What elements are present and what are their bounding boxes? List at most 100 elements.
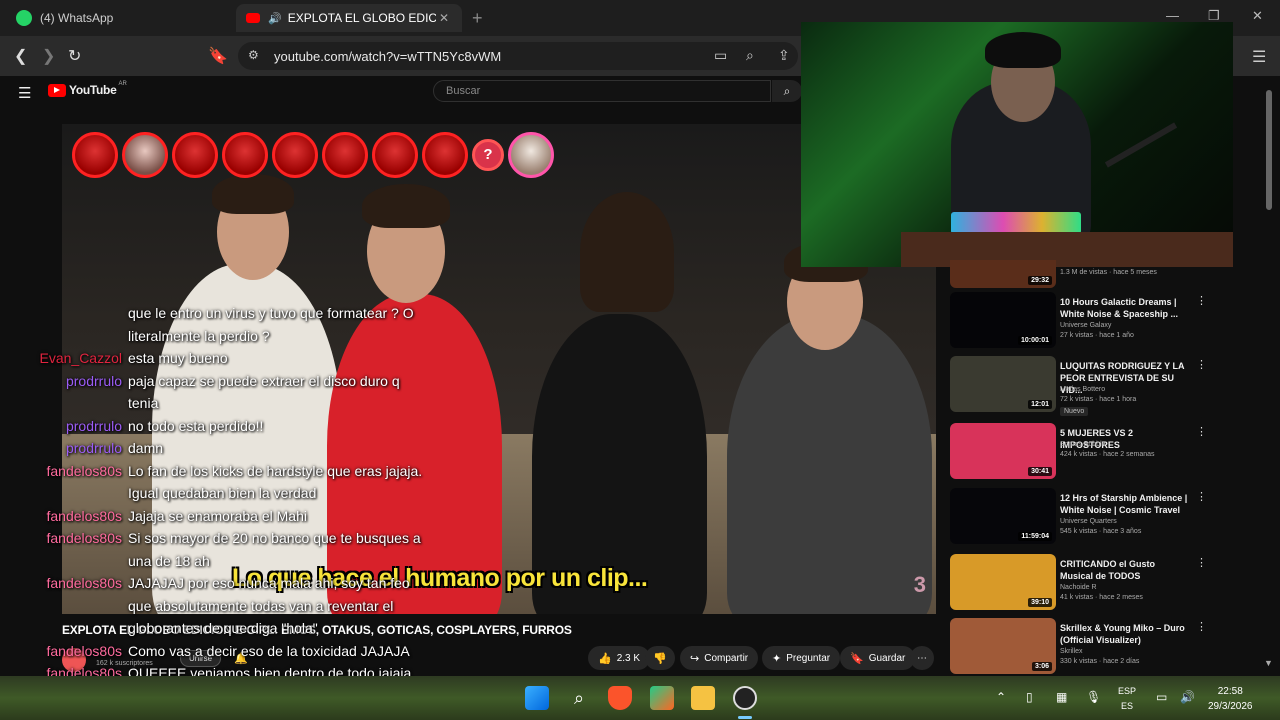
chat-text: que absolutamente todas van a reventar e…	[128, 597, 394, 614]
search-icon[interactable]: ⌕	[567, 686, 591, 710]
cast-icon[interactable]: ▭	[714, 47, 727, 64]
show-hidden-icons-icon[interactable]: ⌃	[996, 690, 1006, 704]
obs-icon[interactable]	[733, 686, 757, 710]
recommendation-channel[interactable]: Nachoide R	[1060, 584, 1097, 591]
tab-whatsapp[interactable]: (4) WhatsApp	[6, 4, 228, 32]
video-thumbnail[interactable]: 29:32	[950, 260, 1056, 288]
ask-button[interactable]: ✦ Preguntar	[762, 646, 841, 670]
file-explorer-icon[interactable]	[691, 686, 715, 710]
video-duration: 3:06	[1031, 662, 1052, 671]
contestant-circle-revealed	[508, 132, 554, 178]
recommendation-item[interactable]: 12:01 LUQUITAS RODRIGUEZ Y LA PEOR ENTREV…	[950, 356, 1210, 416]
recommendation-channel[interactable]: Somos Bubble	[1060, 441, 1106, 448]
video-thumbnail[interactable]: 30:41	[950, 423, 1056, 479]
language-indicator[interactable]: ESP ES	[1118, 684, 1136, 714]
recommendation-channel[interactable]: Universe Quarters	[1060, 518, 1117, 525]
windows-start-icon[interactable]	[525, 686, 549, 710]
chat-message: prodrrulo no todo esta perdido!!	[0, 418, 460, 441]
video-duration: 12:01	[1028, 400, 1052, 409]
chat-username[interactable]: fandelos80s	[46, 508, 122, 524]
share-icon[interactable]: ⇪	[778, 47, 790, 64]
more-actions-button[interactable]: ⋯	[910, 646, 934, 670]
video-thumbnail[interactable]: 11:59:04	[950, 488, 1056, 544]
share-button[interactable]: ↪ Compartir	[680, 646, 759, 670]
back-icon[interactable]: ❮	[14, 46, 27, 66]
chat-message: literalmente la perdio ?	[0, 328, 460, 351]
close-window-icon[interactable]: ✕	[1252, 8, 1263, 24]
volume-icon[interactable]: 🔊	[1180, 690, 1195, 704]
whatsapp-icon	[16, 10, 32, 26]
recommendation-channel[interactable]: Matias Bottero	[1060, 386, 1105, 393]
bookmark-icon[interactable]: 🔖	[208, 46, 228, 66]
recommendation-item[interactable]: 30:41 5 MUJERES VS 2 IMPOSTORES Somos Bubb…	[950, 423, 1210, 483]
recommendation-title[interactable]: CRITICANDO el Gusto Musical de TODOS	[1060, 558, 1190, 582]
video-thumbnail[interactable]: 3:06	[950, 618, 1056, 674]
minimize-icon[interactable]: —	[1166, 8, 1179, 23]
chat-text: globo antes de que diga "hola"	[128, 620, 318, 636]
video-thumbnail[interactable]: 39:10	[950, 554, 1056, 610]
chat-username[interactable]: fandelos80s	[46, 643, 122, 659]
like-button[interactable]: 👍 2.3 K	[588, 646, 651, 670]
recommendation-item[interactable]: 10:00:01 10 Hours Galactic Dreams | White…	[950, 292, 1210, 352]
save-button[interactable]: 🔖 Guardar	[840, 646, 916, 670]
chat-text: Igual quedaban bien la verdad	[128, 485, 317, 501]
app-tray-icon[interactable]: ▦	[1056, 690, 1067, 704]
guide-menu-icon[interactable]: ☰	[18, 84, 31, 102]
microphone-icon[interactable]: 🎙	[1086, 690, 1101, 704]
chat-username[interactable]: prodrrulo	[66, 440, 122, 456]
reload-icon[interactable]: ↻	[68, 46, 81, 66]
chat-message: fandelos80s Si sos mayor de 20 no banco q…	[0, 530, 460, 553]
page-scrollbar[interactable]: ▼	[1264, 86, 1274, 672]
dislike-button[interactable]: 👎	[645, 646, 675, 670]
chat-username[interactable]: Evan_Cazzol	[40, 350, 123, 366]
scroll-down-icon[interactable]: ▼	[1264, 658, 1273, 668]
scrollbar-thumb[interactable]	[1266, 90, 1272, 210]
ask-label: Preguntar	[786, 652, 831, 664]
windows-taskbar: ⌕ ⌃ ▯ ▦ 🎙 ESP ES ▭ 🔊 22:58 29/3/2026	[0, 676, 1280, 720]
video-thumbnail[interactable]: 10:00:01	[950, 292, 1056, 348]
more-vertical-icon[interactable]: ⋮	[1196, 358, 1207, 371]
more-vertical-icon[interactable]: ⋮	[1196, 294, 1207, 307]
network-icon[interactable]: ▭	[1156, 690, 1167, 704]
chat-username[interactable]: fandelos80s	[46, 530, 122, 546]
recommendation-item[interactable]: 3:06 Skrillex & Young Miko – Duro (Offici…	[950, 618, 1210, 678]
contestant-circles: ?	[72, 132, 554, 178]
language-bottom: ES	[1121, 701, 1134, 711]
recommendation-item[interactable]: 39:10 CRITICANDO el Gusto Musical de TODO…	[950, 554, 1210, 614]
recommendation-title[interactable]: Skrillex & Young Miko – Duro (Official V…	[1060, 622, 1190, 646]
app-icon[interactable]	[650, 686, 674, 710]
chat-username[interactable]: prodrrulo	[66, 418, 122, 434]
close-tab-icon[interactable]: ✕	[436, 11, 452, 25]
usb-icon[interactable]: ▯	[1026, 690, 1033, 704]
menu-icon[interactable]: ☰	[1252, 47, 1266, 67]
chat-username[interactable]: prodrrulo	[66, 373, 122, 389]
forward-icon[interactable]: ❯	[42, 46, 55, 66]
site-info-icon[interactable]: ⚙	[248, 48, 259, 62]
recommendation-item[interactable]: 11:59:04 12 Hrs of Starship Ambience | Wh…	[950, 488, 1210, 548]
new-tab-icon[interactable]: +	[472, 8, 483, 29]
more-vertical-icon[interactable]: ⋮	[1196, 556, 1207, 569]
more-vertical-icon[interactable]: ⋮	[1196, 425, 1207, 438]
brave-browser-icon[interactable]	[608, 686, 632, 710]
chat-username[interactable]: fandelos80s	[46, 463, 122, 479]
webcam-keyboard	[951, 212, 1081, 234]
recommendation-meta: 27 k vistas · hace 1 año	[1060, 332, 1134, 339]
more-vertical-icon[interactable]: ⋮	[1196, 490, 1207, 503]
video-person-2-hair	[362, 184, 450, 228]
recommendation-channel[interactable]: Skrillex	[1060, 648, 1083, 655]
recommendation-title[interactable]: 10 Hours Galactic Dreams | White Noise &…	[1060, 296, 1190, 320]
more-vertical-icon[interactable]: ⋮	[1196, 620, 1207, 633]
video-overlay-number: 3	[913, 572, 926, 597]
recommendation-title[interactable]: 12 Hrs of Starship Ambience | White Nois…	[1060, 492, 1190, 516]
video-person-4	[727, 314, 932, 614]
chat-username[interactable]: fandelos80s	[46, 575, 122, 591]
zoom-icon[interactable]: ⌕	[746, 47, 754, 64]
video-thumbnail[interactable]: 12:01	[950, 356, 1056, 412]
youtube-logo[interactable]: YouTube AR	[48, 81, 127, 97]
tab-youtube-video[interactable]: 🔊 EXPLOTA EL GLOBO EDICION ✕	[236, 4, 462, 32]
thumbs-up-icon: 👍	[598, 652, 612, 665]
system-clock[interactable]: 22:58 29/3/2026	[1208, 684, 1253, 714]
search-icon[interactable]: ⌕	[772, 80, 802, 102]
search-input[interactable]: Buscar	[433, 80, 771, 102]
recommendation-channel[interactable]: Universe Galaxy	[1060, 322, 1111, 329]
